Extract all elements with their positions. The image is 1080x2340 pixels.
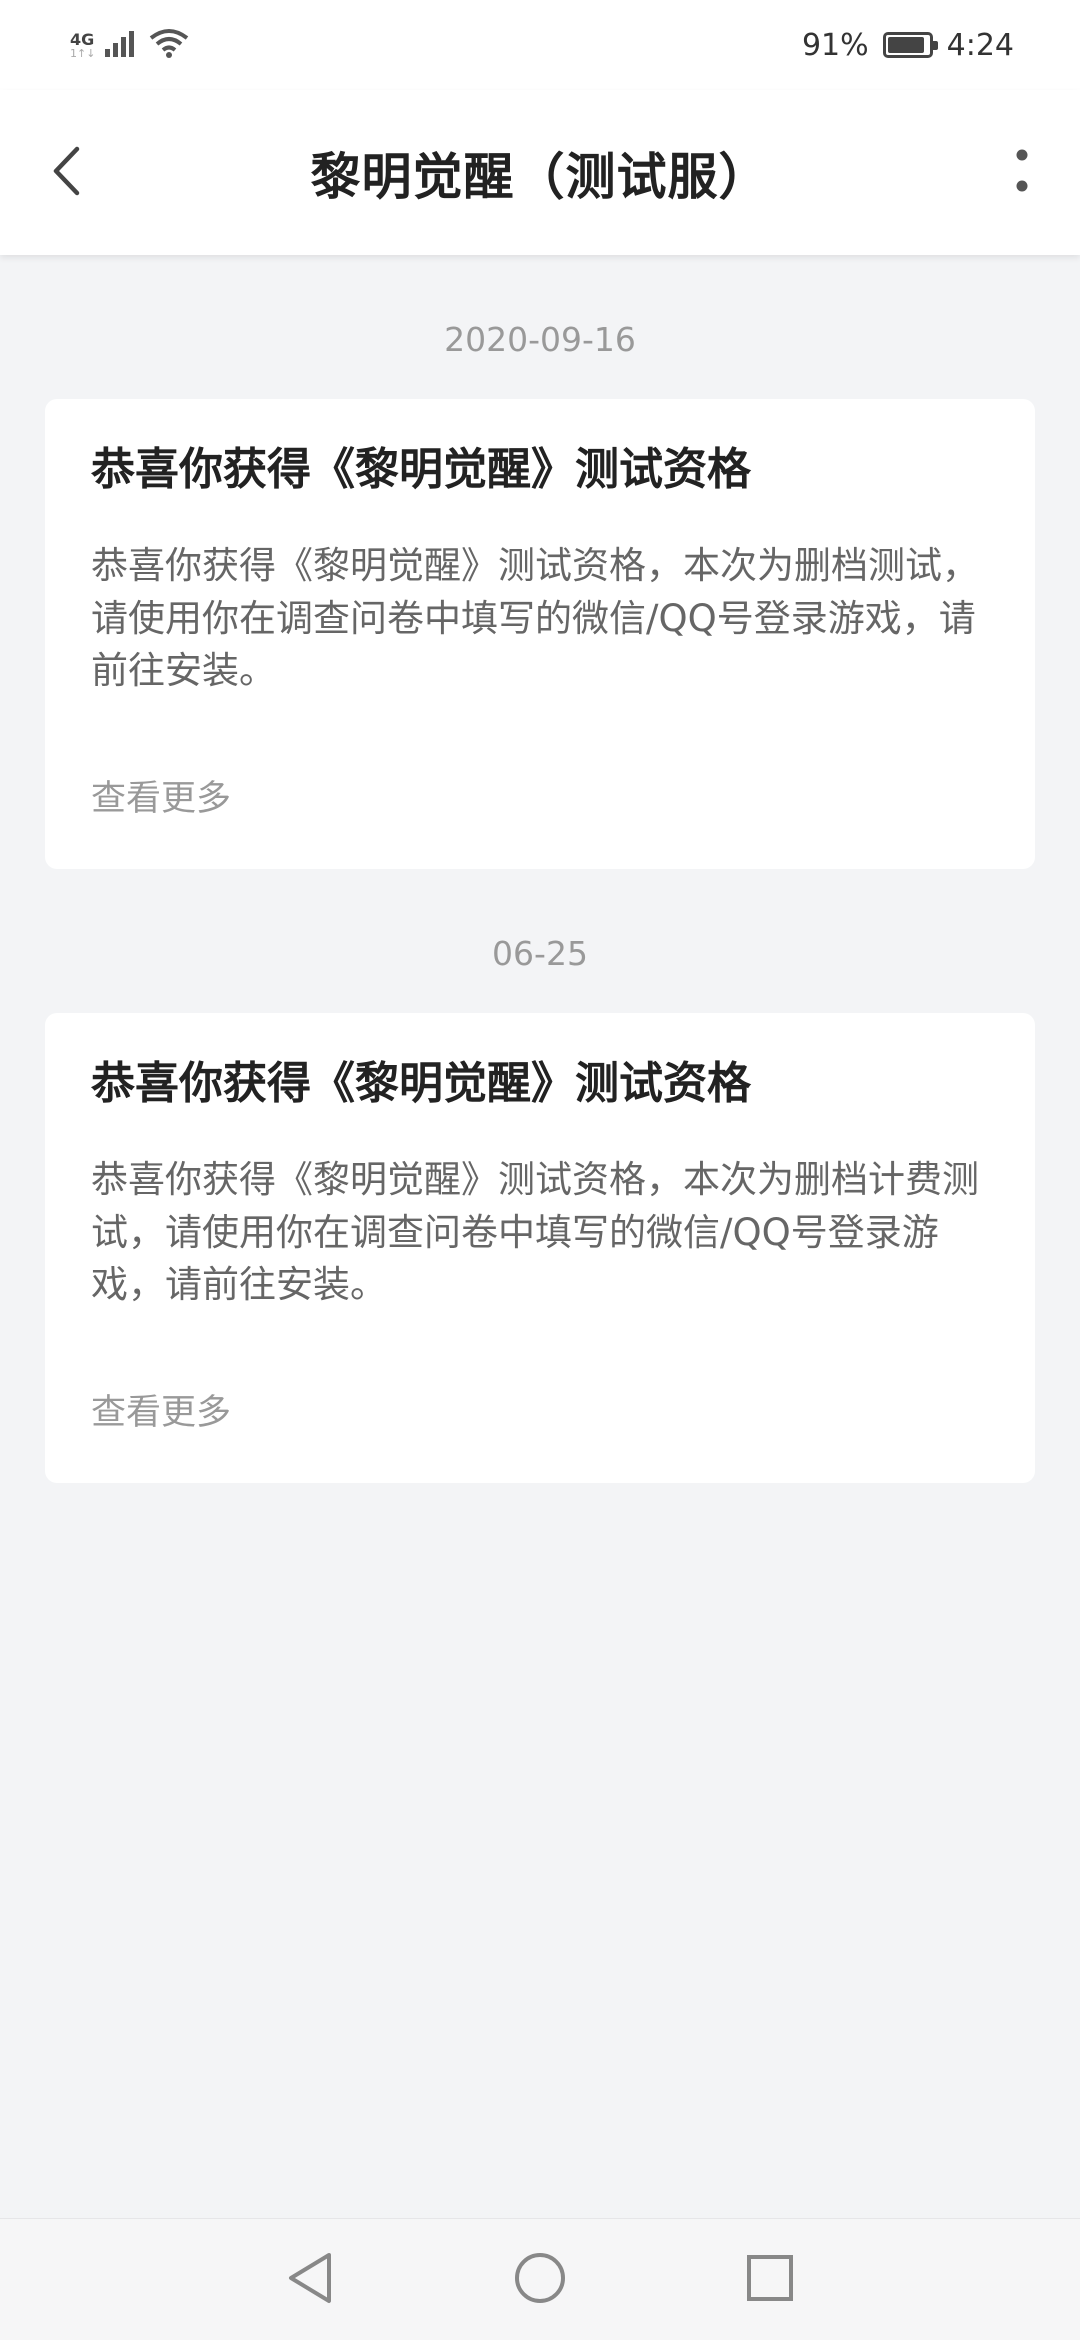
view-more-link[interactable]: 查看更多 — [91, 1384, 989, 1435]
message-body: 恭喜你获得《黎明觉醒》测试资格，本次为删档计费测试，请使用你在调查问卷中填写的微… — [91, 1157, 979, 1307]
message-body: 恭喜你获得《黎明觉醒》测试资格，本次为删档测试，请使用你在调查问卷中填写的微信/… — [91, 544, 979, 693]
chevron-left-icon — [51, 146, 81, 200]
message-title: 恭喜你获得《黎明觉醒》测试资格 — [91, 444, 751, 495]
status-right: 91% 4:24 — [802, 28, 1014, 63]
battery-percent: 91% — [801, 27, 869, 63]
message-card[interactable]: 恭喜你获得《黎明觉醒》测试资格 恭喜你获得《黎明觉醒》测试资格，本次为删档测试，… — [45, 399, 1035, 869]
network-activity: 1↑↓ — [70, 46, 96, 60]
circle-home-icon — [513, 2251, 567, 2309]
system-navigation-bar — [0, 2218, 1080, 2340]
more-options-button[interactable] — [992, 133, 1052, 213]
message-title: 恭喜你获得《黎明觉醒》测试资格 — [91, 1057, 751, 1109]
battery-fill — [887, 37, 925, 53]
view-more-link[interactable]: 查看更多 — [91, 770, 989, 821]
more-vertical-icon — [1015, 146, 1029, 200]
message-date: 06-25 — [492, 933, 588, 973]
message-list: 2020-09-16 恭喜你获得《黎明觉醒》测试资格 恭喜你获得《黎明觉醒》测试… — [0, 255, 1080, 1483]
network-type: 4G — [70, 29, 95, 49]
message-date: 2020-09-16 — [444, 320, 636, 359]
battery-icon — [882, 32, 938, 58]
app-header: 黎明觉醒（测试服） — [0, 90, 1080, 255]
status-left: 4G 1↑↓ — [70, 28, 189, 62]
page-title: 黎明觉醒（测试服） — [310, 147, 770, 206]
clock: 4:24 — [946, 27, 1014, 63]
triangle-back-icon — [285, 2251, 335, 2309]
square-recent-icon — [745, 2253, 795, 2307]
system-recent-button[interactable] — [730, 2240, 810, 2320]
signal-icon — [105, 29, 139, 61]
wifi-icon — [149, 28, 189, 62]
message-card[interactable]: 恭喜你获得《黎明觉醒》测试资格 恭喜你获得《黎明觉醒》测试资格，本次为删档计费测… — [45, 1012, 1035, 1483]
network-indicator: 4G 1↑↓ — [70, 29, 96, 60]
back-button[interactable] — [36, 133, 96, 213]
system-back-button[interactable] — [270, 2240, 350, 2320]
status-bar: 4G 1↑↓ 91% 4:24 — [0, 0, 1080, 90]
system-home-button[interactable] — [500, 2240, 580, 2320]
